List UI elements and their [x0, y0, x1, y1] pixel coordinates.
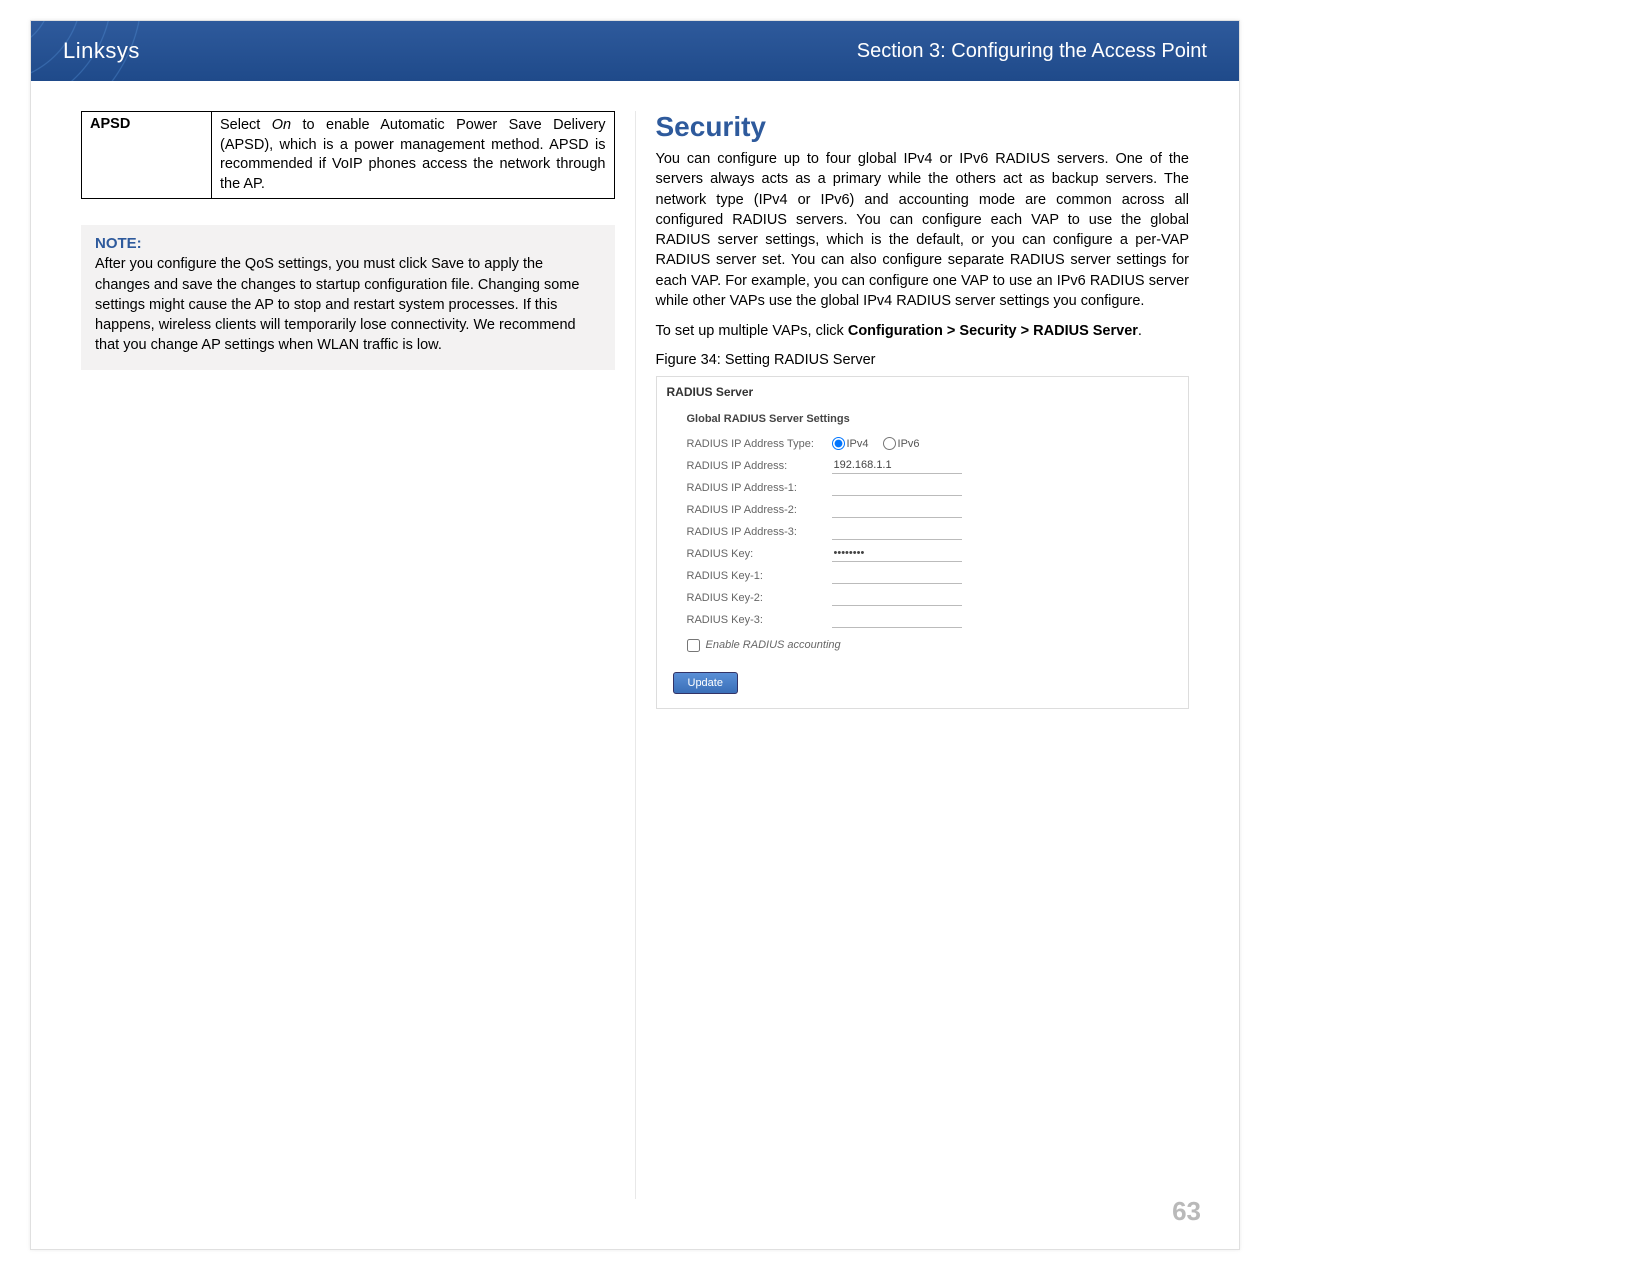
security-para-1: You can configure up to four global IPv4…: [656, 149, 1190, 311]
apsd-description: Select On to enable Automatic Power Save…: [212, 112, 615, 199]
section-title: Section 3: Configuring the Access Point: [857, 40, 1207, 63]
para2-prefix: To set up multiple VAPs, click: [656, 323, 848, 339]
radius-addr1-label: RADIUS IP Address-1:: [687, 482, 832, 494]
ipv4-radio[interactable]: [832, 437, 845, 450]
radius-panel-title: RADIUS Server: [657, 377, 1189, 403]
document-page: Linksys Section 3: Configuring the Acces…: [30, 20, 1240, 1250]
radius-key1-input[interactable]: [832, 568, 962, 584]
content-area: APSD Select On to enable Automatic Power…: [31, 81, 1239, 1199]
radius-key3-label: RADIUS Key-3:: [687, 614, 832, 626]
radius-key-row: RADIUS Key:: [657, 543, 1189, 565]
radius-server-figure: RADIUS Server Global RADIUS Server Setti…: [656, 376, 1190, 709]
radius-addr2-input[interactable]: [832, 502, 962, 518]
security-heading: Security: [656, 111, 1190, 143]
radius-key2-input[interactable]: [832, 590, 962, 606]
apsd-desc-em: On: [272, 117, 291, 133]
note-title: NOTE:: [95, 235, 601, 252]
radius-accounting-label: Enable RADIUS accounting: [706, 639, 841, 651]
radius-key2-row: RADIUS Key-2:: [657, 587, 1189, 609]
radius-addr3-input[interactable]: [832, 524, 962, 540]
radius-subtitle: Global RADIUS Server Settings: [657, 403, 1189, 433]
radius-addr-row: RADIUS IP Address:: [657, 455, 1189, 477]
brand-name: Linksys: [63, 38, 140, 64]
note-body: After you configure the QoS settings, yo…: [95, 254, 601, 355]
radius-key-label: RADIUS Key:: [687, 548, 832, 560]
ipv4-label: IPv4: [847, 438, 869, 450]
radius-addr2-row: RADIUS IP Address-2:: [657, 499, 1189, 521]
apsd-label: APSD: [82, 112, 212, 199]
ipv6-label: IPv6: [898, 438, 920, 450]
apsd-desc-prefix: Select: [220, 117, 272, 133]
radius-button-row: Update: [657, 662, 1189, 708]
right-column: Security You can configure up to four gl…: [636, 111, 1210, 1199]
radius-addr2-label: RADIUS IP Address-2:: [687, 504, 832, 516]
radius-accounting-checkbox[interactable]: [687, 639, 700, 652]
header-band: Linksys Section 3: Configuring the Acces…: [31, 21, 1239, 81]
table-row: APSD Select On to enable Automatic Power…: [82, 112, 615, 199]
radius-key2-label: RADIUS Key-2:: [687, 592, 832, 604]
para2-breadcrumb: Configuration > Security > RADIUS Server: [848, 323, 1138, 339]
radius-addr1-row: RADIUS IP Address-1:: [657, 477, 1189, 499]
security-para-2: To set up multiple VAPs, click Configura…: [656, 321, 1190, 341]
para2-suffix: .: [1138, 323, 1142, 339]
radius-addr1-input[interactable]: [832, 480, 962, 496]
radius-accounting-row: Enable RADIUS accounting: [657, 631, 1189, 662]
figure-caption: Figure 34: Setting RADIUS Server: [656, 352, 1190, 368]
note-box: NOTE: After you configure the QoS settin…: [81, 225, 615, 369]
radius-addr-label: RADIUS IP Address:: [687, 460, 832, 472]
radius-addr-input[interactable]: [832, 458, 962, 474]
page-number: 63: [1172, 1196, 1201, 1227]
ipv6-radio[interactable]: [883, 437, 896, 450]
radius-addr3-label: RADIUS IP Address-3:: [687, 526, 832, 538]
left-column: APSD Select On to enable Automatic Power…: [61, 111, 636, 1199]
radius-type-row: RADIUS IP Address Type: IPv4 IPv6: [657, 433, 1189, 455]
radius-key1-label: RADIUS Key-1:: [687, 570, 832, 582]
radius-key-input[interactable]: [832, 546, 962, 562]
radius-addr3-row: RADIUS IP Address-3:: [657, 521, 1189, 543]
radius-key1-row: RADIUS Key-1:: [657, 565, 1189, 587]
radius-key3-row: RADIUS Key-3:: [657, 609, 1189, 631]
radius-key3-input[interactable]: [832, 612, 962, 628]
apsd-table: APSD Select On to enable Automatic Power…: [81, 111, 615, 199]
update-button[interactable]: Update: [673, 672, 738, 694]
radius-type-label: RADIUS IP Address Type:: [687, 438, 832, 450]
